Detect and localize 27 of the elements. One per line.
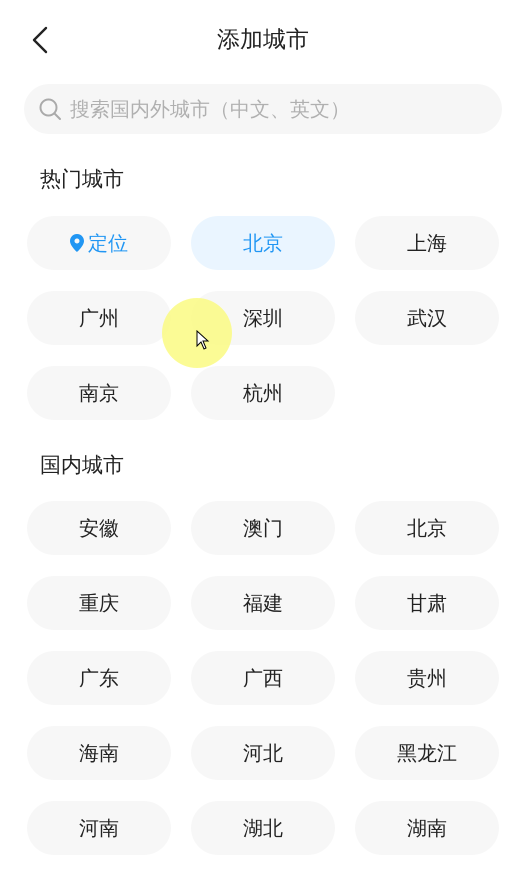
search-field[interactable]: 搜索国内外城市（中文、英文） xyxy=(24,84,502,134)
city-chip[interactable]: 湖北 xyxy=(191,801,335,855)
city-chip[interactable]: 黑龙江 xyxy=(355,726,499,780)
city-chip[interactable]: 重庆 xyxy=(27,576,171,630)
city-chip[interactable]: 南京 xyxy=(27,366,171,420)
page-title: 添加城市 xyxy=(217,26,309,55)
city-chip[interactable]: 上海 xyxy=(355,216,499,270)
section-heading: 热门城市 xyxy=(39,166,125,193)
city-chip[interactable]: 武汉 xyxy=(355,290,499,344)
city-chip[interactable]: 海南 xyxy=(27,726,171,780)
city-chip[interactable]: 澳门 xyxy=(191,501,335,555)
search-icon xyxy=(38,97,62,121)
city-chip[interactable]: 河南 xyxy=(27,801,171,855)
city-chip[interactable]: 广西 xyxy=(191,651,335,705)
city-chip[interactable]: 甘肃 xyxy=(355,576,499,630)
city-chip[interactable]: 广州 xyxy=(27,290,171,344)
city-chip[interactable]: 贵州 xyxy=(355,651,499,705)
location-pin-icon xyxy=(70,234,84,252)
city-chip[interactable]: 福建 xyxy=(191,576,335,630)
city-chip[interactable]: 安徽 xyxy=(27,501,171,555)
city-chip[interactable]: 北京 xyxy=(355,501,499,555)
cursor-icon xyxy=(196,330,210,350)
section-heading: 国内城市 xyxy=(39,452,125,478)
city-chip[interactable]: 杭州 xyxy=(191,366,335,420)
city-chip[interactable]: 湖南 xyxy=(355,801,499,855)
city-chip[interactable]: 广东 xyxy=(27,651,171,705)
city-chip[interactable]: 河北 xyxy=(191,726,335,780)
